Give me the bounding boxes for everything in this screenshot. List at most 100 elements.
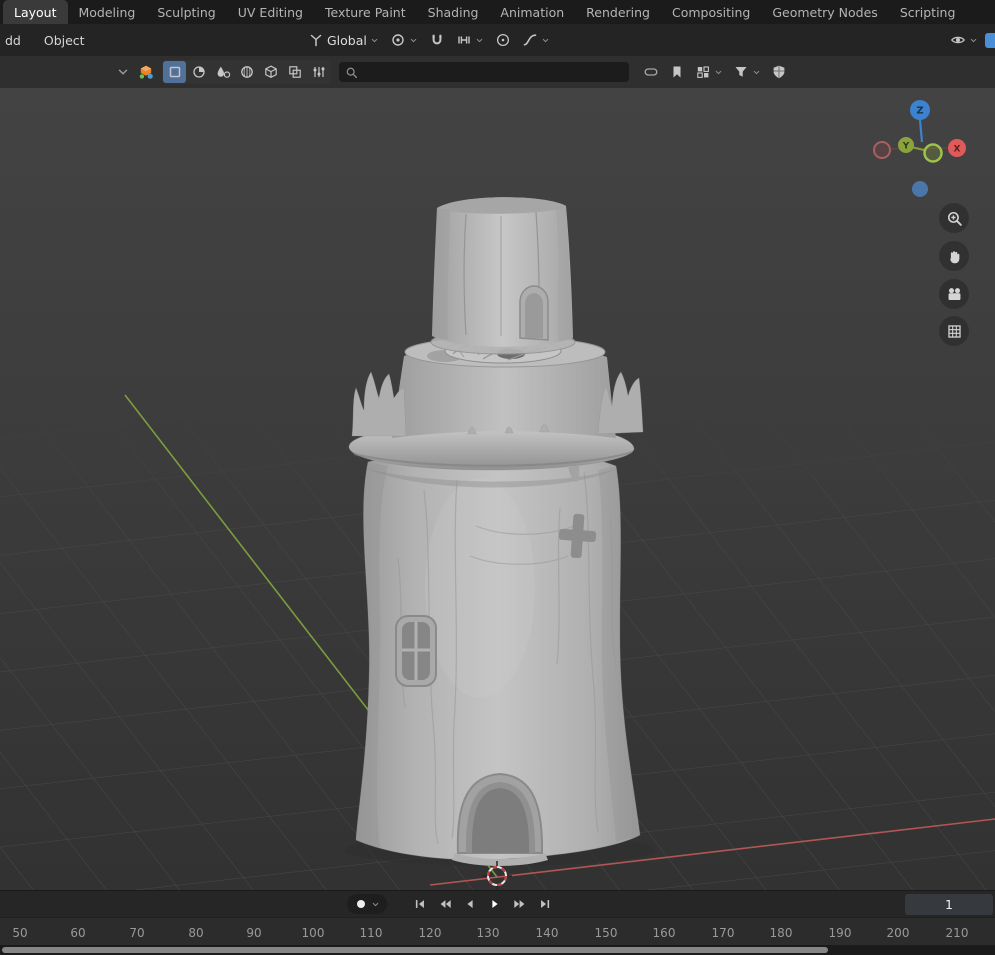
- menu-object[interactable]: Object: [41, 31, 88, 50]
- snap-magnet-icon: [429, 32, 445, 48]
- mode-vertex-paint-button[interactable]: [235, 61, 258, 83]
- bookmark-icon[interactable]: [669, 64, 685, 80]
- snap-settings-dropdown[interactable]: [456, 32, 484, 48]
- svg-text:X: X: [954, 145, 961, 155]
- tab-shading[interactable]: Shading: [417, 0, 490, 24]
- camera-view-button[interactable]: [939, 279, 969, 309]
- ruler-tick-label: 200: [886, 926, 910, 940]
- horizontal-scrollbar[interactable]: [2, 947, 828, 953]
- record-icon[interactable]: [357, 900, 365, 908]
- header-collapse-chevron-icon[interactable]: [116, 65, 130, 79]
- jump-to-start-button[interactable]: [409, 894, 431, 914]
- tab-sculpting[interactable]: Sculpting: [146, 0, 226, 24]
- cube-icon: [263, 64, 279, 80]
- tab-compositing[interactable]: Compositing: [661, 0, 761, 24]
- previous-keyframe-button[interactable]: [434, 894, 456, 914]
- jump-to-end-button[interactable]: [534, 894, 556, 914]
- viewport-canvas[interactable]: Z X Y: [0, 88, 995, 890]
- search-input[interactable]: [363, 64, 623, 80]
- mode-sculpt-button[interactable]: [211, 61, 234, 83]
- tab-geometry-nodes[interactable]: Geometry Nodes: [761, 0, 888, 24]
- gizmo-y-positive[interactable]: Y: [898, 137, 914, 153]
- ruler-tick-label: 100: [301, 926, 325, 940]
- gizmo-x-positive[interactable]: X: [948, 139, 966, 157]
- gizmo-x-negative[interactable]: [873, 141, 891, 159]
- falloff-dropdown[interactable]: [522, 32, 550, 48]
- overlap-squares-icon: [287, 64, 303, 80]
- pivot-point-icon: [390, 32, 406, 48]
- 3d-viewport[interactable]: Z X Y: [0, 88, 995, 890]
- snap-target-icon: [456, 32, 472, 48]
- tab-uv-editing[interactable]: UV Editing: [227, 0, 314, 24]
- sliders-icon: [311, 64, 327, 80]
- next-keyframe-button[interactable]: [509, 894, 531, 914]
- mode-particle-edit-button[interactable]: [307, 61, 330, 83]
- chevron-down-icon: [969, 36, 978, 45]
- mode-object-button[interactable]: [163, 61, 186, 83]
- ruler-tick-label: 60: [70, 926, 86, 940]
- transform-orientation-dropdown[interactable]: Global: [308, 32, 379, 48]
- overlay-shield-icon[interactable]: [771, 64, 787, 80]
- tab-layout[interactable]: Layout: [3, 0, 68, 24]
- mode-weight-paint-button[interactable]: [259, 61, 282, 83]
- pie-circle-icon: [191, 64, 207, 80]
- tab-scripting[interactable]: Scripting: [889, 0, 967, 24]
- ruler-tick-label: 160: [652, 926, 676, 940]
- ruler-tick-label: 70: [129, 926, 145, 940]
- transform-controls: Global: [308, 24, 550, 56]
- timeline-ruler[interactable]: 50 60 70 80 90 100 110 120 130 140 150 1…: [0, 917, 995, 945]
- ortho-toggle-button[interactable]: [939, 316, 969, 346]
- frame-number-field[interactable]: 1: [905, 894, 993, 915]
- ruler-tick-label: 210: [945, 926, 969, 940]
- pan-button[interactable]: [939, 241, 969, 271]
- workspace-tabbar: Layout Modeling Sculpting UV Editing Tex…: [0, 0, 995, 24]
- ruler-tick-label: 150: [594, 926, 618, 940]
- snap-toggle[interactable]: [429, 32, 445, 48]
- droplet-icon: [215, 64, 231, 80]
- ruler-tick-label: 80: [188, 926, 204, 940]
- chevron-down-icon: [752, 68, 761, 77]
- play-reverse-button[interactable]: [459, 894, 481, 914]
- filter-dropdown[interactable]: [733, 64, 761, 80]
- pivot-point-dropdown[interactable]: [390, 32, 418, 48]
- svg-text:Z: Z: [916, 106, 923, 117]
- ruler-tick-label: 140: [535, 926, 559, 940]
- visibility-dropdown[interactable]: [950, 32, 978, 48]
- ortho-grid-icon: [946, 323, 963, 340]
- gizmo-y-negative[interactable]: [923, 143, 943, 163]
- tab-animation[interactable]: Animation: [489, 0, 575, 24]
- select-box-icon: [167, 64, 183, 80]
- options-pill-icon[interactable]: [643, 64, 659, 80]
- mode-texture-paint-button[interactable]: [283, 61, 306, 83]
- display-mode-dropdown[interactable]: [695, 64, 723, 80]
- auto-keyframe-group[interactable]: [347, 894, 387, 914]
- proportional-editing-toggle[interactable]: [495, 32, 511, 48]
- play-button[interactable]: [484, 894, 506, 914]
- gizmo-z-negative[interactable]: [912, 181, 928, 197]
- tab-texture-paint[interactable]: Texture Paint: [314, 0, 417, 24]
- display-mode-icon: [695, 64, 711, 80]
- transform-orientation-icon: [308, 32, 324, 48]
- ruler-tick-label: 110: [359, 926, 383, 940]
- chevron-down-icon: [409, 36, 418, 45]
- editor-type-icon[interactable]: [138, 64, 154, 80]
- ruler-tick-label: 170: [711, 926, 735, 940]
- tab-rendering[interactable]: Rendering: [575, 0, 661, 24]
- menu-add[interactable]: dd: [2, 31, 24, 50]
- ruler-tick-label: 50: [12, 926, 28, 940]
- search-icon: [345, 66, 358, 79]
- camera-icon: [946, 286, 963, 303]
- chevron-down-icon: [475, 36, 484, 45]
- mode-edit-button[interactable]: [187, 61, 210, 83]
- viewport-search[interactable]: [339, 62, 629, 82]
- zoom-button[interactable]: [939, 203, 969, 233]
- proportional-editing-icon: [495, 32, 511, 48]
- chevron-down-icon: [541, 36, 550, 45]
- gizmo-partial-icon: [985, 32, 995, 48]
- gizmo-z-positive[interactable]: Z: [910, 100, 930, 120]
- tab-modeling[interactable]: Modeling: [68, 0, 147, 24]
- chevron-down-icon[interactable]: [371, 900, 380, 909]
- visibility-eye-icon: [950, 32, 966, 48]
- viewport-menu-row: dd Object Global: [0, 24, 995, 56]
- ruler-tick-label: 120: [418, 926, 442, 940]
